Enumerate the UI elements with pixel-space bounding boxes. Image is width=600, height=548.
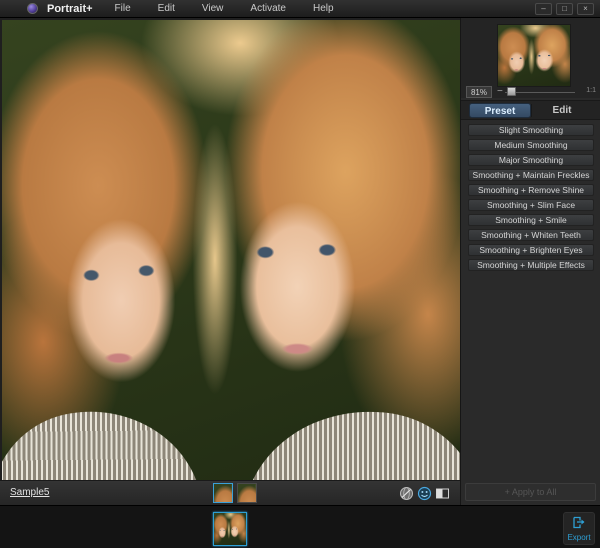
apply-to-all-button[interactable]: + Apply to All (465, 483, 596, 501)
preset-slim-face[interactable]: Smoothing + Slim Face (468, 199, 594, 211)
mask-view-icon[interactable] (399, 486, 414, 501)
striped-shirt-right (242, 397, 460, 480)
face-thumbnail-1[interactable] (213, 483, 233, 503)
preset-list: Slight Smoothing Medium Smoothing Major … (461, 124, 600, 274)
app-window: Portrait+ File Edit View Activate Help –… (0, 0, 600, 548)
minimize-button[interactable]: – (535, 3, 552, 15)
filmstrip-thumbnail[interactable] (213, 512, 247, 546)
zoom-percentage: 81% (466, 86, 492, 98)
maximize-button[interactable]: □ (556, 3, 573, 15)
app-logo-icon (27, 3, 38, 14)
export-icon (572, 516, 586, 529)
preset-major-smoothing[interactable]: Major Smoothing (468, 154, 594, 166)
close-button[interactable]: × (577, 3, 594, 15)
before-after-icon[interactable] (435, 486, 450, 501)
menu-edit[interactable]: Edit (158, 1, 175, 16)
navigator-thumbnail[interactable] (497, 24, 571, 87)
preset-slight-smoothing[interactable]: Slight Smoothing (468, 124, 594, 136)
striped-shirt-left (2, 394, 203, 480)
preset-medium-smoothing[interactable]: Medium Smoothing (468, 139, 594, 151)
smiley-adjust-icon[interactable] (417, 486, 432, 501)
plus-icon: + (505, 487, 510, 497)
menu-help[interactable]: Help (313, 1, 334, 16)
right-panel: 81% − 1:1 Preset Edit Slight Smoothing M… (460, 18, 600, 505)
menu-file[interactable]: File (115, 1, 131, 16)
preset-brighten-eyes[interactable]: Smoothing + Brighten Eyes (468, 244, 594, 256)
window-controls: – □ × (535, 3, 594, 15)
tab-edit[interactable]: Edit (531, 103, 593, 118)
zoom-slider-handle[interactable] (507, 87, 516, 96)
portrait-photo (2, 20, 460, 480)
menu-activate[interactable]: Activate (250, 1, 286, 16)
tab-preset[interactable]: Preset (469, 103, 531, 118)
app-title: Portrait+ (47, 3, 93, 15)
preset-maintain-freckles[interactable]: Smoothing + Maintain Freckles (468, 169, 594, 181)
filmstrip: Export (0, 505, 600, 548)
preset-smile[interactable]: Smoothing + Smile (468, 214, 594, 226)
actual-size-button[interactable]: 1:1 (586, 87, 596, 94)
preset-multiple-effects[interactable]: Smoothing + Multiple Effects (468, 259, 594, 271)
zoom-out-button[interactable]: − (497, 86, 503, 98)
mode-tabs: Preset Edit (461, 100, 600, 120)
filename-link[interactable]: Sample5 (10, 487, 49, 498)
preset-remove-shine[interactable]: Smoothing + Remove Shine (468, 184, 594, 196)
export-label: Export (564, 533, 594, 542)
image-status-bar: Sample5 (0, 480, 460, 505)
menu-view[interactable]: View (202, 1, 224, 16)
photo-canvas[interactable] (2, 20, 460, 480)
menu-bar: Portrait+ File Edit View Activate Help –… (0, 0, 600, 18)
preset-whiten-teeth[interactable]: Smoothing + Whiten Teeth (468, 229, 594, 241)
zoom-controls: 81% − 1:1 (461, 84, 600, 100)
export-button[interactable]: Export (563, 512, 595, 545)
face-thumbnail-2[interactable] (237, 483, 257, 503)
